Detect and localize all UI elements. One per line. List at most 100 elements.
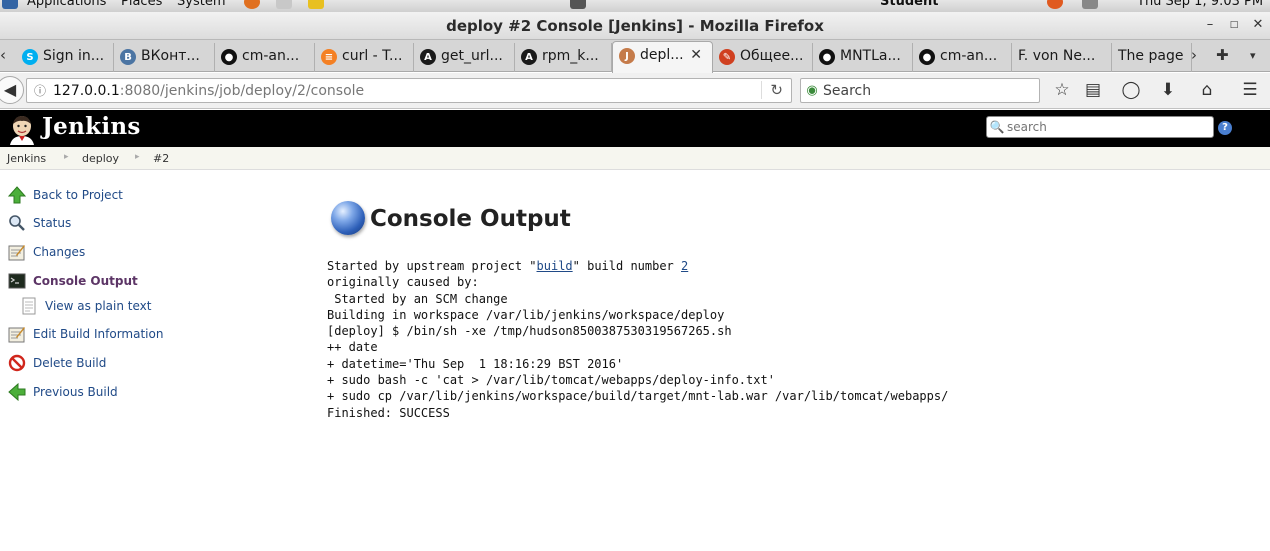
search-engine-icon[interactable]: ◉ xyxy=(801,83,823,98)
tab-7[interactable]: Jdepl... ✕ xyxy=(612,41,713,73)
tab-label: F. von Ne... xyxy=(1018,48,1096,64)
task-delete-build[interactable]: Delete Build xyxy=(7,352,106,374)
terminal-icon xyxy=(7,271,27,291)
console-line: originally caused by: xyxy=(327,275,479,290)
list-all-tabs-icon[interactable]: ▾ xyxy=(1250,49,1256,62)
page-title: Console Output xyxy=(370,206,571,232)
breadcrumb: Jenkins ▸ deploy ▸ #2 xyxy=(0,147,1270,170)
console-line: + sudo bash -c 'cat > /var/lib/tomcat/we… xyxy=(327,373,775,388)
bookmark-star-icon[interactable]: ☆ xyxy=(1051,80,1073,100)
task-edit-build-information-link[interactable]: Edit Build Information xyxy=(33,327,163,341)
user-name[interactable]: Student xyxy=(880,0,938,9)
tab-8[interactable]: ✎ Общее... xyxy=(713,43,813,72)
gnome-top-panel: Applications Places System Student Thu S… xyxy=(0,0,1270,12)
stackoverflow-icon: ≡ xyxy=(321,49,337,65)
new-tab-icon[interactable]: ✚ xyxy=(1216,46,1229,64)
pocket-icon[interactable]: ◯ xyxy=(1120,80,1142,100)
applications-menu-icon[interactable] xyxy=(2,0,18,9)
breadcrumb-jenkins[interactable]: Jenkins xyxy=(7,152,46,165)
downloads-icon[interactable]: ⬇ xyxy=(1157,80,1179,100)
applications-menu[interactable]: Applications xyxy=(27,0,106,9)
task-status-link[interactable]: Status xyxy=(33,216,71,230)
hamburger-menu-icon[interactable]: ☰ xyxy=(1239,80,1261,100)
tabs-scroll-right-icon[interactable]: › xyxy=(1191,46,1197,64)
task-back-to-project-link[interactable]: Back to Project xyxy=(33,188,123,202)
browser-search-placeholder: Search xyxy=(823,82,872,99)
reload-icon[interactable]: ↻ xyxy=(761,81,783,99)
tab-9[interactable]: ● MNTLa... xyxy=(813,43,913,72)
tab-3[interactable]: ● cm-an... xyxy=(215,43,315,72)
magnifier-icon xyxy=(7,213,27,233)
browser-search-bar[interactable]: ◉ Search xyxy=(800,78,1040,103)
vk-icon: B xyxy=(120,49,136,65)
tab-6[interactable]: Arpm_k... xyxy=(515,43,612,72)
volume-icon[interactable] xyxy=(1082,0,1098,9)
firefox-launcher-icon[interactable] xyxy=(244,0,260,9)
alert-icon[interactable] xyxy=(1047,0,1063,9)
system-menu[interactable]: System xyxy=(177,0,225,9)
upstream-project-link[interactable]: build xyxy=(537,259,573,273)
task-status[interactable]: Status xyxy=(7,212,71,234)
task-previous-build-link[interactable]: Previous Build xyxy=(33,385,118,399)
task-changes-link[interactable]: Changes xyxy=(33,245,85,259)
breadcrumb-separator-icon[interactable]: ▸ xyxy=(64,152,69,162)
site-info-icon[interactable]: ⓘ xyxy=(27,82,53,99)
tab-strip: ‹ S Sign in... B ВКонт... ● cm-an... ≡ curl - T… xyxy=(0,40,1270,73)
task-console-output-link[interactable]: Console Output xyxy=(33,274,138,288)
panel-clock[interactable]: Thu Sep 1, 9:03 PM xyxy=(1137,0,1263,9)
close-tab-icon[interactable]: ✕ xyxy=(690,47,702,63)
search-icon: 🔍 xyxy=(989,120,1005,134)
tab-label: get_url... xyxy=(441,48,503,64)
help-icon[interactable]: ? xyxy=(1218,121,1232,135)
tabs-scroll-left-icon[interactable]: ‹ xyxy=(0,46,6,64)
task-back-to-project[interactable]: Back to Project xyxy=(7,184,123,206)
tab-label: MNTLa... xyxy=(840,48,901,64)
close-window-icon[interactable]: ✕ xyxy=(1250,17,1266,32)
task-changes[interactable]: Changes xyxy=(7,241,85,263)
breadcrumb-build-2[interactable]: #2 xyxy=(153,152,169,165)
navigation-toolbar: ◀ ⓘ 127.0.0.1:8080/jenkins/job/deploy/2/… xyxy=(0,73,1270,109)
task-view-as-plain-text-link[interactable]: View as plain text xyxy=(45,299,151,313)
url-bar[interactable]: ⓘ 127.0.0.1:8080/jenkins/job/deploy/2/co… xyxy=(26,78,792,103)
jenkins-butler-icon[interactable] xyxy=(6,113,38,145)
console-line: + datetime='Thu Sep 1 18:16:29 BST 2016' xyxy=(327,356,624,371)
console-output: Started by upstream project "build" buil… xyxy=(327,258,948,421)
window-titlebar[interactable]: deploy #2 Console [Jenkins] - Mozilla Fi… xyxy=(0,12,1270,40)
home-icon[interactable]: ⌂ xyxy=(1196,80,1218,100)
github-icon: ● xyxy=(919,49,935,65)
console-line: [deploy] $ /bin/sh -xe /tmp/hudson850038… xyxy=(327,324,732,339)
tab-1[interactable]: S Sign in... xyxy=(16,43,114,72)
maximize-icon[interactable]: □ xyxy=(1226,20,1242,30)
tab-label: curl - T... xyxy=(342,48,403,64)
back-button[interactable]: ◀ xyxy=(0,76,24,104)
jenkins-brand[interactable]: Jenkins xyxy=(42,113,141,140)
reading-list-icon[interactable]: ▤ xyxy=(1082,80,1104,100)
tab-label: depl... xyxy=(640,47,684,63)
upstream-build-number-link[interactable]: 2 xyxy=(681,259,688,273)
notes-launcher-icon[interactable] xyxy=(308,0,324,9)
tab-2[interactable]: B ВКонт... xyxy=(114,43,215,72)
breadcrumb-separator-icon[interactable]: ▸ xyxy=(135,152,140,162)
ansible-icon: A xyxy=(521,49,537,65)
console-line: Started by upstream project " xyxy=(327,259,537,273)
tab-5[interactable]: Aget_url... xyxy=(414,43,515,72)
tab-4[interactable]: ≡ curl - T... xyxy=(315,43,414,72)
tab-12[interactable]: The page xyxy=(1112,43,1192,72)
clock-launcher-icon[interactable] xyxy=(276,0,292,9)
tab-10[interactable]: ● cm-an... xyxy=(913,43,1012,72)
minimize-icon[interactable]: – xyxy=(1202,17,1218,32)
task-edit-build-information[interactable]: Edit Build Information xyxy=(7,323,163,345)
blue-ball-status-icon xyxy=(331,201,365,235)
console-line: Started by an SCM change xyxy=(327,291,508,306)
breadcrumb-deploy[interactable]: deploy xyxy=(82,152,119,165)
task-previous-build[interactable]: Previous Build xyxy=(7,381,118,403)
tab-11[interactable]: F. von Ne... xyxy=(1012,43,1112,72)
task-view-as-plain-text[interactable]: View as plain text xyxy=(19,295,151,317)
places-menu[interactable]: Places xyxy=(121,0,162,9)
console-line: Finished: SUCCESS xyxy=(327,405,450,420)
task-console-output[interactable]: Console Output xyxy=(7,270,138,292)
jenkins-search-input[interactable] xyxy=(1007,120,1197,134)
task-delete-build-link[interactable]: Delete Build xyxy=(33,356,106,370)
jenkins-search-box[interactable]: 🔍 xyxy=(986,116,1214,138)
screenshot-icon[interactable] xyxy=(570,0,586,9)
